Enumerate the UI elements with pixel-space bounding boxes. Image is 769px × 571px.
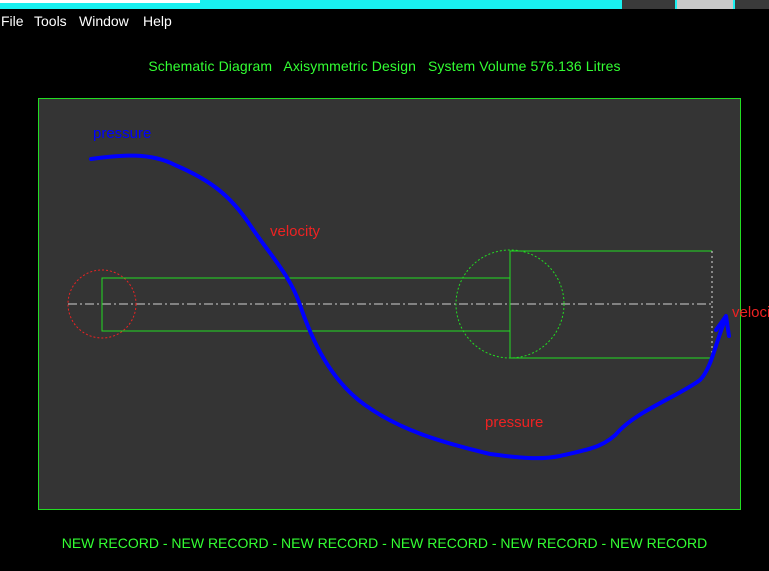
status-footer: NEW RECORD - NEW RECORD - NEW RECORD - N…: [61, 535, 708, 551]
flow-curve: [89, 153, 728, 461]
label-pressure-bottom: pressure: [485, 414, 543, 431]
label-pressure-top: pressure: [93, 125, 151, 142]
label-velocity-right: velocity: [732, 304, 769, 321]
schematic-diagram: pressure velocity velocity pressure: [67, 125, 769, 461]
label-velocity-mid: velocity: [270, 223, 321, 240]
